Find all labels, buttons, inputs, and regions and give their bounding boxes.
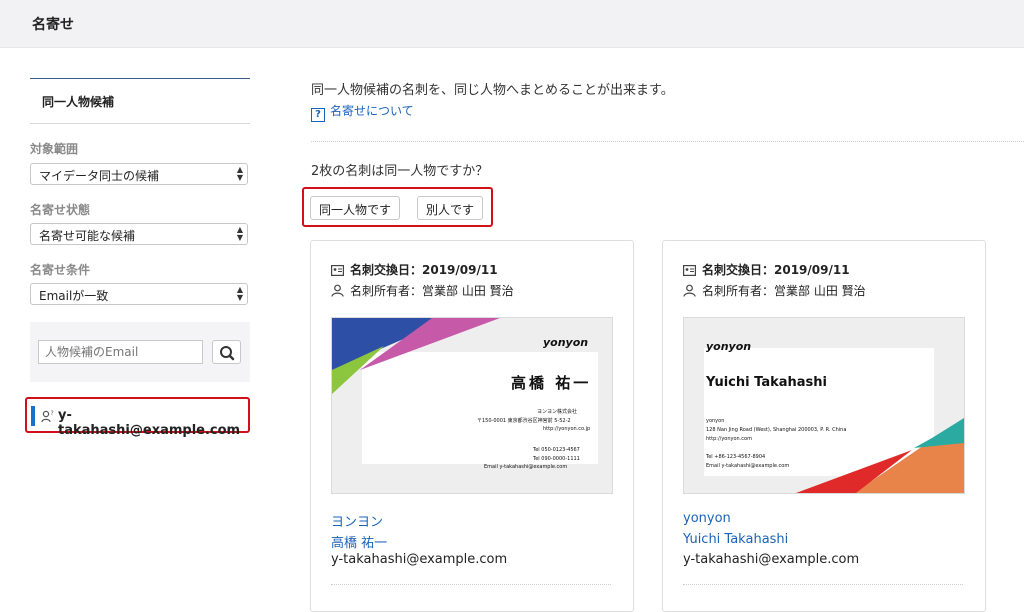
- merge-decision-buttons: 同一人物です 別人です: [302, 187, 493, 227]
- help-icon: ?: [311, 108, 325, 122]
- scope-select[interactable]: マイデータ同士の候補 ▲ ▼: [30, 163, 248, 185]
- status-select-value: 名寄せ可能な候補: [39, 229, 136, 243]
- help-link[interactable]: ? 名寄せについて: [311, 102, 414, 122]
- same-person-button[interactable]: 同一人物です: [310, 196, 401, 220]
- candidate-email: y-takahashi@example.com: [58, 408, 241, 438]
- card-owner-text: 名刺所有者：営業部 山田 賢治: [350, 284, 514, 298]
- card-logo: yonyon: [543, 336, 589, 349]
- card-logo: yonyon: [706, 340, 752, 353]
- candidate-email-search-input[interactable]: [38, 340, 203, 364]
- page-description: 同一人物候補の名刺を、同じ人物へまとめることが出来ます。: [311, 83, 674, 98]
- card-tel: Tel +86-123-4567-8904: [706, 454, 766, 460]
- select-arrows-icon: ▲ ▼: [236, 225, 243, 242]
- card-tel-2: Tel 090-0000-1111: [533, 456, 580, 462]
- card-email: Email y-takahashi@example.com: [484, 464, 568, 470]
- card-owner-text: 名刺所有者：営業部 山田 賢治: [702, 284, 866, 298]
- condition-label: 名寄せ条件: [30, 263, 91, 277]
- card-name: Yuichi Takahashi: [706, 375, 827, 390]
- exchange-date: 名刺交換日：2019/09/11: [331, 261, 498, 278]
- condition-select[interactable]: Emailが一致 ▲ ▼: [30, 283, 248, 305]
- candidate-search-box: [30, 322, 250, 382]
- exchange-date-text: 名刺交換日：2019/09/11: [702, 263, 850, 277]
- sidebar: 同一人物候補 対象範囲 マイデータ同士の候補 ▲ ▼ 名寄せ状態 名寄せ可能な候補…: [25, 78, 250, 438]
- svg-text:?: ?: [51, 410, 54, 417]
- card-email-text: y-takahashi@example.com: [331, 552, 508, 567]
- divider: [311, 141, 1024, 142]
- id-card-icon: [331, 265, 345, 277]
- divider: [331, 584, 611, 585]
- divider: [683, 584, 963, 585]
- candidate-item-selected[interactable]: ? y-takahashi@example.com: [25, 397, 250, 438]
- scope-select-value: マイデータ同士の候補: [39, 169, 160, 183]
- card-company: ヨンヨン株式会社: [537, 409, 578, 415]
- top-bar: 名寄せ: [0, 0, 1024, 48]
- exchange-date-text: 名刺交換日：2019/09/11: [350, 263, 498, 277]
- person-icon: [331, 284, 344, 297]
- card-name: 高橋 祐一: [511, 374, 592, 392]
- condition-select-value: Emailが一致: [39, 289, 109, 303]
- card-owner: 名刺所有者：営業部 山田 賢治: [331, 282, 514, 299]
- card-address: 128 Nan Jing Road (West), Shanghai 20000…: [706, 427, 847, 433]
- different-person-button[interactable]: 別人です: [417, 196, 484, 220]
- card-owner: 名刺所有者：営業部 山田 賢治: [683, 282, 866, 299]
- select-arrows-icon: ▲ ▼: [236, 165, 243, 182]
- company-link[interactable]: yonyon: [683, 511, 731, 526]
- person-question-icon: ?: [41, 410, 54, 423]
- card-address: 〒150-0001 東京都渋谷区神宮前 5-52-2: [477, 418, 571, 424]
- merge-question: 2枚の名刺は同一人物ですか？: [311, 164, 489, 179]
- business-card-image[interactable]: yonyon 高橋 祐一 ヨンヨン株式会社 〒150-0001 東京都渋谷区神宮…: [331, 317, 613, 494]
- card-email: Email y-takahashi@example.com: [706, 463, 790, 469]
- select-arrows-icon: ▲ ▼: [236, 285, 243, 302]
- page-title: 名寄せ: [32, 17, 74, 33]
- card-company: yonyon: [706, 418, 725, 424]
- status-select[interactable]: 名寄せ可能な候補 ▲ ▼: [30, 223, 248, 245]
- person-name-link[interactable]: 高橋 祐一: [331, 532, 387, 551]
- selected-indicator: [31, 406, 35, 426]
- help-link-label: 名寄せについて: [330, 104, 414, 118]
- search-button[interactable]: [212, 340, 241, 364]
- card-url: http://yonyon.co.jp: [543, 426, 591, 432]
- sidebar-section-title: 同一人物候補: [42, 95, 115, 109]
- business-card-image[interactable]: yonyon Yuichi Takahashi yonyon 128 Nan J…: [683, 317, 965, 494]
- person-name-link[interactable]: Yuichi Takahashi: [683, 532, 788, 547]
- card-tel: Tel 050-0123-4567: [533, 447, 580, 453]
- exchange-date: 名刺交換日：2019/09/11: [683, 261, 850, 278]
- business-card-panel: 名刺交換日：2019/09/11 名刺所有者：営業部 山田 賢治 yonyon …: [310, 240, 634, 612]
- sidebar-section-header: 同一人物候補: [30, 78, 250, 124]
- search-icon: [220, 346, 235, 361]
- company-link[interactable]: ヨンヨン: [331, 511, 383, 530]
- business-card-panel: 名刺交換日：2019/09/11 名刺所有者：営業部 山田 賢治 yonyon …: [662, 240, 986, 612]
- person-icon: [683, 284, 696, 297]
- id-card-icon: [683, 265, 697, 277]
- status-label: 名寄せ状態: [30, 203, 91, 217]
- card-url: http://yonyon.com: [706, 436, 752, 442]
- scope-label: 対象範囲: [30, 142, 79, 156]
- card-email-text: y-takahashi@example.com: [683, 552, 860, 567]
